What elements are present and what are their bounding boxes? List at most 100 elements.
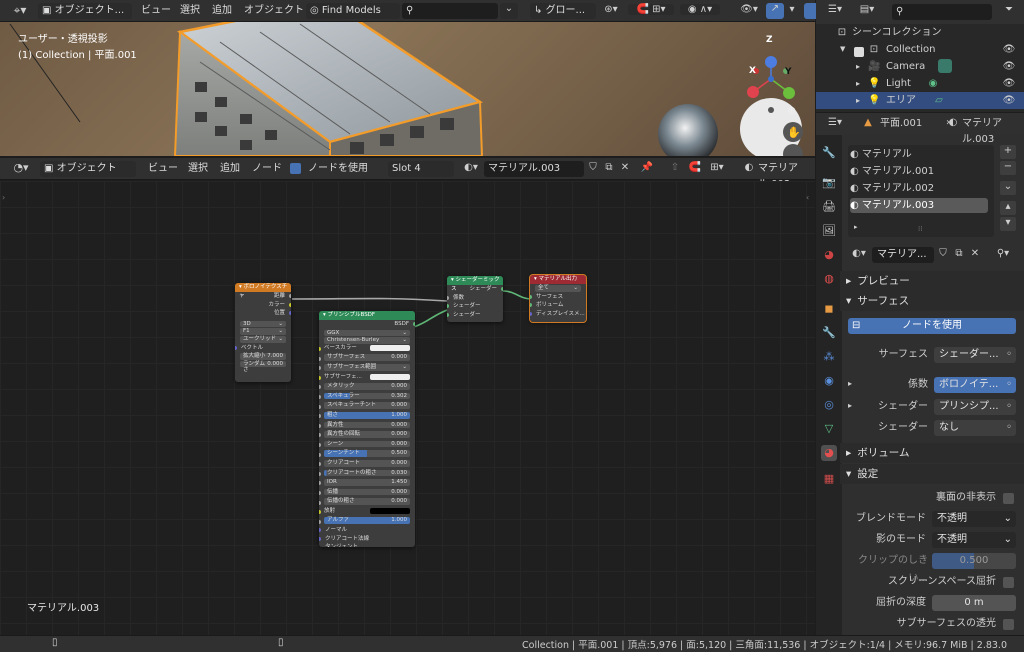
remove-slot-button[interactable]: − — [1000, 161, 1016, 175]
distribution-dropdown[interactable]: GGX ⌄ — [324, 329, 410, 337]
shader-type-dropdown[interactable]: ▣ オブジェクト — [40, 161, 136, 177]
bsdf-input-row[interactable]: クリアコート 0.000 — [319, 459, 415, 469]
gizmo-y-label[interactable]: Y — [785, 67, 792, 77]
menu-view[interactable]: ビュー — [137, 2, 175, 20]
dimensions-dropdown[interactable]: 3D ⌄ — [240, 320, 286, 328]
modifier-tab-icon[interactable]: 🔧 — [821, 325, 837, 341]
color-swatch[interactable] — [370, 373, 410, 380]
input-socket[interactable] — [319, 519, 321, 524]
snap-icon[interactable]: 🧲 — [688, 162, 702, 173]
scene-collection-row[interactable]: ⊡ シーンコレクション — [816, 24, 1024, 41]
bsdf-input-row[interactable]: ベースカラー — [319, 344, 415, 354]
input-socket[interactable] — [319, 536, 321, 541]
constraints-tab-icon[interactable]: ◎ — [821, 397, 837, 413]
refraction-depth-field[interactable]: 0 m — [932, 595, 1016, 611]
hand-pan-icon[interactable]: ✋ — [787, 126, 801, 139]
editor-type-icon[interactable]: ⌖▾ — [6, 3, 34, 18]
shadow-mode-dropdown[interactable]: 不透明 ⌄ — [932, 532, 1016, 548]
menu-view[interactable]: ビュー — [144, 160, 182, 178]
chevron-down-icon[interactable]: ▾ — [786, 4, 798, 15]
outliner-item-area[interactable]: ▸ 💡 エリア ▱ 👁 — [816, 92, 1024, 109]
bsdf-input-row[interactable]: アルファ 1.000 — [319, 517, 415, 526]
distance-dropdown[interactable]: ユークリッド ⌄ — [240, 335, 286, 343]
editor-type-icon[interactable]: ◔▾ — [8, 161, 34, 174]
ssr-checkbox[interactable] — [1003, 577, 1014, 589]
snap-icon[interactable]: 🧲 ⊞▾ — [628, 4, 674, 15]
list-item[interactable]: ◐ マテリアル.001 — [850, 164, 992, 179]
eye-icon[interactable]: 👁 — [1002, 75, 1016, 92]
menu-object[interactable]: オブジェクト — [240, 2, 308, 20]
move-down-button[interactable]: ▾ — [1000, 217, 1016, 231]
mode-dropdown[interactable]: ▣ オブジェクト... — [38, 3, 132, 19]
menu-select[interactable]: 選択 — [184, 160, 212, 178]
bsdf-input-row[interactable]: メタリック 0.000 — [319, 383, 415, 392]
shield-icon[interactable]: ⛉ — [586, 162, 600, 173]
menu-add[interactable]: 追加 — [208, 2, 236, 20]
material-browse-icon[interactable]: ◐▾ — [848, 248, 870, 259]
volume-panel-header[interactable]: ▸ ボリューム — [840, 443, 1024, 463]
texture-tab-icon[interactable]: ▦ — [821, 471, 837, 487]
material-output-node[interactable]: ▾ マテリアル出力 全て ⌄ サーフェス ボリューム ディスプレイスメ... — [529, 274, 587, 323]
node-editor-canvas[interactable]: › ‹ ▾ ボロノイテクスチャ 距離 カラー 位置 3D ⌄ F1 ⌄ ユークリッド… — [0, 181, 815, 636]
bsdf-input-row[interactable]: スペキュラーチント 0.000 — [319, 402, 415, 411]
input-socket[interactable] — [319, 462, 321, 467]
input-socket[interactable] — [319, 385, 321, 390]
bsdf-input-row[interactable]: シーンチント 0.500 — [319, 450, 415, 459]
input-socket[interactable] — [319, 395, 321, 400]
output-tab-icon[interactable]: 🖨 — [821, 199, 837, 215]
zoom-icon[interactable]: ⊕ — [787, 104, 796, 117]
transform-orientation-dropdown[interactable]: ↳ グロー... — [530, 3, 596, 19]
fac-input-field[interactable]: ボロノイテ... ◦ — [934, 377, 1016, 393]
view-layer-tab-icon[interactable]: 🖼 — [821, 223, 837, 239]
visibility-icon[interactable]: 👁▾ — [736, 4, 762, 15]
input-socket[interactable] — [319, 510, 321, 515]
duplicate-icon[interactable]: ⧉ — [602, 162, 616, 173]
parent-node-icon[interactable]: ⇧ — [668, 162, 682, 173]
input-socket[interactable] — [319, 481, 321, 486]
input-socket[interactable] — [319, 433, 321, 438]
target-dropdown[interactable]: 全て ⌄ — [535, 285, 581, 292]
input-socket[interactable] — [319, 366, 321, 371]
scale-field[interactable]: 拡大縮小 7.000 — [240, 353, 286, 360]
mix-shader-node[interactable]: ▾ シェーダーミックス シェーダー 係数 シェーダー シェーダー — [447, 276, 503, 322]
bsdf-input-row[interactable]: クリアコートの粗さ 0.030 — [319, 469, 415, 479]
eye-icon[interactable]: 👁 — [1002, 58, 1016, 75]
duplicate-icon[interactable]: ⧉ — [952, 248, 966, 259]
list-item-selected[interactable]: ◐ マテリアル.003 — [850, 198, 988, 213]
filter-icon[interactable]: ⏷ — [1002, 4, 1016, 15]
bsdf-input-row[interactable]: IOR 1.450 — [319, 479, 415, 488]
input-socket[interactable] — [319, 471, 321, 476]
principled-bsdf-node[interactable]: ▾ プリンシプルBSDF BSDF GGX ⌄ Christensen-Burle… — [319, 311, 415, 547]
object-tab-icon[interactable]: ◼ — [821, 301, 837, 317]
chevron-right-icon[interactable]: ▸ — [854, 223, 858, 231]
menu-select[interactable]: 選択 — [176, 2, 204, 20]
randomness-field[interactable]: ランダムさ 0.000 — [240, 360, 286, 373]
input-socket[interactable] — [319, 490, 321, 495]
slot-dropdown[interactable]: Slot 4 — [388, 161, 454, 177]
surface-panel-header[interactable]: ▾ サーフェス — [840, 291, 1024, 311]
render-tab-icon[interactable]: 📷 — [821, 175, 837, 191]
blend-mode-dropdown[interactable]: 不透明 ⌄ — [932, 511, 1016, 527]
color-swatch[interactable] — [370, 507, 410, 514]
list-item[interactable]: ◐ マテリアル — [850, 147, 992, 162]
outliner-search[interactable]: ⚲ — [892, 4, 992, 20]
physics-tab-icon[interactable]: ◉ — [821, 373, 837, 389]
find-models-dropdown[interactable]: ◎ Find Models — [306, 3, 400, 19]
color-swatch[interactable] — [370, 344, 410, 351]
pin-icon[interactable]: 📌 — [640, 162, 654, 173]
snap-element-icon[interactable]: ⊞▾ — [706, 162, 728, 173]
material-name-field[interactable]: マテリアル.003 — [484, 161, 584, 177]
shield-icon[interactable]: ⛉ — [936, 248, 950, 259]
bsdf-input-row[interactable]: 伝播の粗さ 0.000 — [319, 498, 415, 507]
clip-threshold-slider[interactable]: 0.500 — [932, 553, 1016, 569]
settings-panel-header[interactable]: ▾ 設定 — [840, 464, 1024, 484]
input-socket[interactable] — [319, 443, 321, 448]
material-tab-icon[interactable]: ◕ — [821, 445, 837, 461]
editor-type-icon[interactable]: ☰▾ — [824, 4, 846, 15]
chevron-down-icon[interactable]: ▼ — [840, 41, 845, 58]
sss-translucency-checkbox[interactable] — [1003, 619, 1014, 631]
material-name-field[interactable]: マテリア... — [872, 247, 934, 263]
move-up-button[interactable]: ▴ — [1000, 201, 1016, 215]
backface-checkbox[interactable] — [1003, 493, 1014, 505]
bsdf-input-row[interactable]: 異方性 0.000 — [319, 421, 415, 431]
